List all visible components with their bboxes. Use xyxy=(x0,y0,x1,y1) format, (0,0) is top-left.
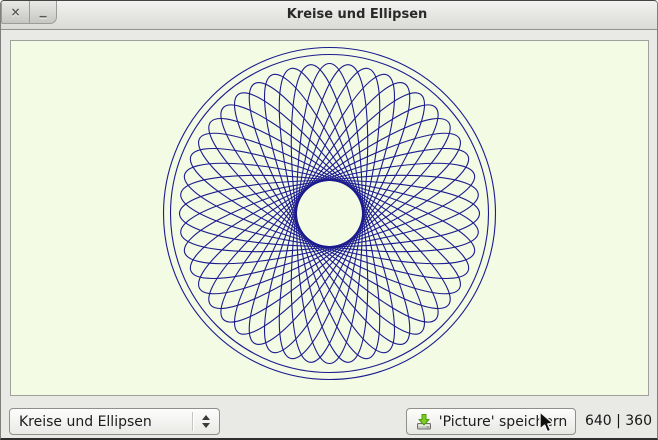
window-buttons: × ‒ xyxy=(1,1,57,29)
save-picture-button[interactable]: 'Picture' speichern xyxy=(406,408,576,435)
chevron-updown-icon xyxy=(193,415,219,428)
minimize-button[interactable]: ‒ xyxy=(29,1,57,24)
save-icon xyxy=(415,413,433,431)
close-button[interactable]: × xyxy=(1,1,29,24)
save-button-label: 'Picture' speichern xyxy=(439,414,568,430)
window-title: Kreise und Ellipsen xyxy=(57,1,657,29)
pattern-svg xyxy=(11,41,648,395)
minimize-icon: ‒ xyxy=(39,9,47,23)
drawing-area xyxy=(10,40,649,396)
titlebar: × ‒ Kreise und Ellipsen xyxy=(1,1,657,30)
close-icon: × xyxy=(10,5,20,19)
picture-select-combobox[interactable]: Kreise und Ellipsen xyxy=(9,408,220,435)
size-indicator: 640 | 360 xyxy=(585,408,652,435)
picture-select-value: Kreise und Ellipsen xyxy=(10,414,192,430)
app-window: × ‒ Kreise und Ellipsen Kreise und Ellip… xyxy=(0,0,658,440)
